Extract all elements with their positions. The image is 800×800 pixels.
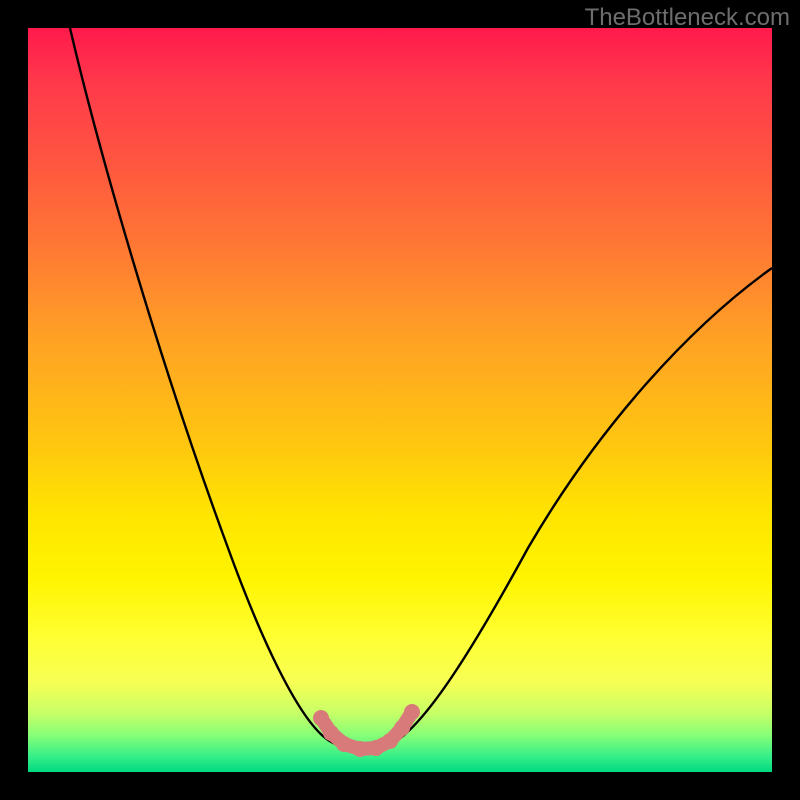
watermark-text: TheBottleneck.com (585, 4, 790, 32)
chart-frame: TheBottleneck.com (0, 0, 800, 800)
bottleneck-curve (70, 28, 772, 750)
chart-plot-area (28, 28, 772, 772)
chart-svg (28, 28, 772, 772)
